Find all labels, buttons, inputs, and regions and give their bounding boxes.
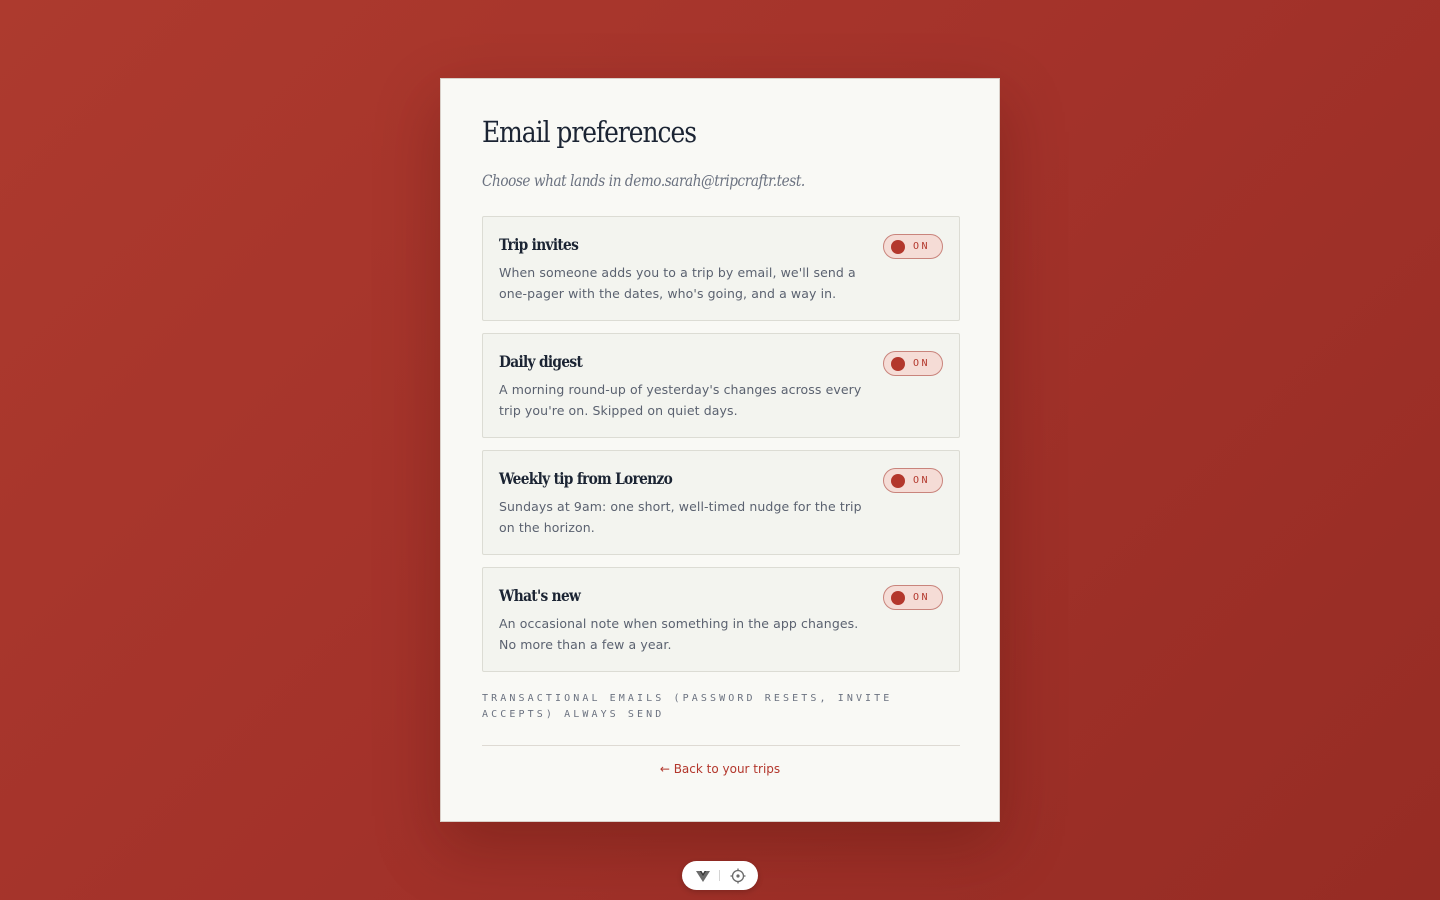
pref-title: Weekly tip from Lorenzo [499,469,673,488]
email-preferences-card: Email preferences Choose what lands in d… [440,78,1000,822]
toggle-label: ON [913,358,931,369]
divider [482,745,960,746]
toggle-knob [891,474,905,488]
weekly-tip-toggle[interactable]: ON [883,468,943,493]
crosshair-icon[interactable] [729,867,747,885]
back-to-trips-link[interactable]: ← Back to your trips [441,762,999,776]
devtools-pill [682,861,758,890]
daily-digest-toggle[interactable]: ON [883,351,943,376]
pref-description: An occasional note when something in the… [499,616,859,652]
pref-weekly-tip: Weekly tip from Lorenzo Sundays at 9am: … [482,450,960,555]
page-title: Email preferences [482,115,697,149]
pref-description: Sundays at 9am: one short, well-timed nu… [499,499,862,535]
vue-logo-icon[interactable] [694,867,712,885]
preferences-list: Trip invites When someone adds you to a … [482,216,960,684]
trip-invites-toggle[interactable]: ON [883,234,943,259]
toggle-label: ON [913,592,931,603]
pref-whats-new: What's new An occasional note when somet… [482,567,960,672]
transactional-note: Transactional emails (password resets, i… [482,693,893,720]
toggle-label: ON [913,475,931,486]
toggle-label: ON [913,241,931,252]
pref-description: When someone adds you to a trip by email… [499,265,856,301]
pref-title: What's new [499,586,581,605]
pref-description: A morning round-up of yesterday's change… [499,382,862,418]
toggle-knob [891,591,905,605]
whats-new-toggle[interactable]: ON [883,585,943,610]
toggle-knob [891,357,905,371]
pref-trip-invites: Trip invites When someone adds you to a … [482,216,960,321]
pref-title: Daily digest [499,352,583,371]
pref-daily-digest: Daily digest A morning round-up of yeste… [482,333,960,438]
pref-title: Trip invites [499,235,579,254]
toggle-knob [891,240,905,254]
separator [719,870,720,881]
page-subtitle: Choose what lands in demo.sarah@tripcraf… [482,171,805,190]
